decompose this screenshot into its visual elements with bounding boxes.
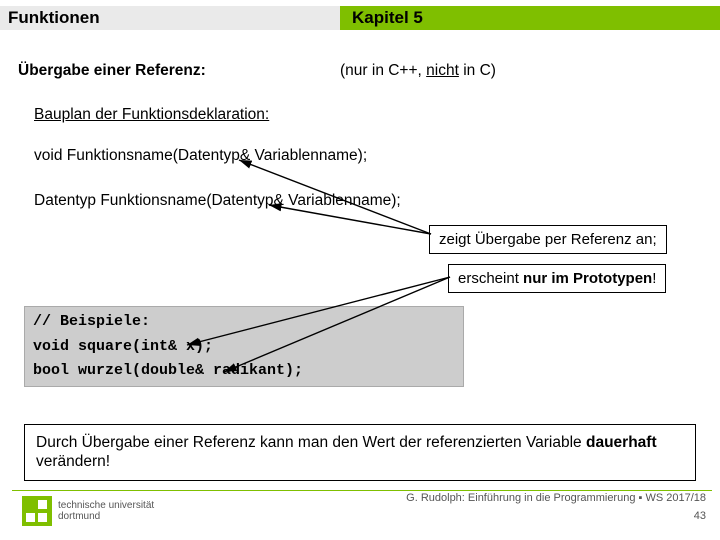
uni-line2: dortmund: [58, 511, 154, 522]
code-examples: // Beispiele: void square(int& x); bool …: [24, 306, 464, 387]
code-line-1: void square(int& x);: [33, 338, 455, 356]
msg-pre: Durch Übergabe einer Referenz kann man d…: [36, 434, 586, 451]
blueprint-heading: Bauplan der Funktionsdeklaration:: [34, 106, 269, 124]
box2-bold: nur im Prototypen: [523, 270, 652, 287]
code-line-2: bool wurzel(double& radikant);: [33, 362, 455, 380]
box2-post: !: [652, 270, 656, 287]
tu-logo-icon: [22, 496, 52, 526]
msg-post: verändern!: [36, 453, 110, 470]
note-post: in C): [459, 62, 496, 79]
footer-divider: [12, 490, 712, 491]
subtitle: Übergabe einer Referenz:: [18, 62, 206, 80]
note-emph: nicht: [426, 62, 459, 79]
code-comment: // Beispiele:: [33, 313, 455, 331]
callout-prototype: erscheint nur im Prototypen!: [448, 264, 666, 293]
summary-box: Durch Übergabe einer Referenz kann man d…: [24, 424, 696, 481]
header-left-title: Funktionen: [0, 6, 340, 30]
university-logo: technische universität dortmund: [22, 496, 154, 526]
declaration-typed: Datentyp Funktionsname(Datentyp& Variabl…: [34, 192, 401, 210]
msg-bold: dauerhaft: [586, 434, 657, 451]
callout-reference: zeigt Übergabe per Referenz an;: [429, 225, 667, 254]
footer-page-number: 43: [694, 510, 706, 522]
box2-pre: erscheint: [458, 270, 523, 287]
university-name: technische universität dortmund: [58, 500, 154, 522]
declaration-void: void Funktionsname(Datentyp& Variablenna…: [34, 147, 367, 165]
header-right-chapter: Kapitel 5: [340, 6, 720, 30]
uni-line1: technische universität: [58, 500, 154, 511]
language-note: (nur in C++, nicht in C): [340, 62, 496, 80]
footer-credit: G. Rudolph: Einführung in die Programmie…: [406, 492, 706, 504]
note-pre: (nur in C++,: [340, 62, 426, 79]
